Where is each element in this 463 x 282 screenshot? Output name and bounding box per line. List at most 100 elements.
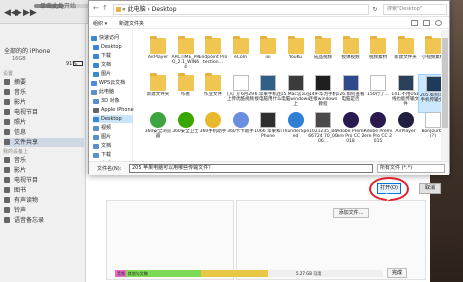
sidebar-item-settings-0[interactable]: 摘要: [4, 78, 84, 87]
file-item[interactable]: ARCTIME_PRO_2.1_WIN64: [171, 36, 201, 76]
sidebar-item-device-6[interactable]: 语音备忘录: [4, 216, 84, 225]
file-item[interactable]: 授课视频: [336, 36, 366, 76]
file-item[interactable]: 360卡卡助手: [226, 111, 256, 150]
file-item[interactable]: eCom: [226, 36, 256, 76]
device-name[interactable]: 全部的的 iPhone: [4, 46, 50, 55]
file-item[interactable]: 新建文件夹: [143, 73, 173, 113]
device-capacity: 16GB: [12, 56, 26, 62]
capacity-bar: 音频 其他与文稿: [115, 270, 383, 277]
sidebar-item-icon: [4, 177, 10, 183]
file-item-label: 新建文件夹: [394, 55, 417, 60]
file-item[interactable]: 成品视频: [308, 36, 338, 76]
file-item[interactable]: 360安全卫士: [171, 111, 201, 150]
sidebar-item-settings-2[interactable]: 影片: [4, 98, 84, 107]
file-item-label: 360安全卫士: [172, 129, 199, 134]
file-item[interactable]: 150行了...: [363, 74, 393, 113]
sidebar-item-settings-5[interactable]: 信息: [4, 128, 84, 137]
tree-item[interactable]: 3D 对象: [93, 97, 133, 105]
next-icon[interactable]: ▶▶: [23, 8, 37, 18]
file-item[interactable]: 141.不用USB线也能传输文件: [391, 74, 421, 113]
dialog-navbar: ← ↑ « 此电脑 › Desktop ↻ 搜索"Desktop": [89, 1, 449, 17]
sidebar-item-label: 影片: [14, 167, 27, 174]
filetype-select[interactable]: 所有文件 (*.*): [377, 164, 445, 173]
file-item[interactable]: 126.如何查看电脑是否: [336, 74, 366, 113]
sidebar-item-device-0[interactable]: 音乐: [4, 156, 84, 165]
done-button[interactable]: 完成: [387, 268, 407, 278]
file-item[interactable]: Adobe Premiere Pro CC 2015: [363, 111, 393, 150]
tree-item[interactable]: 视频: [93, 124, 133, 132]
file-item[interactable]: 360安全浏览器: [143, 111, 173, 150]
tree-item[interactable]: 图片: [93, 133, 133, 141]
sidebar-item-device-2[interactable]: 电视节目: [4, 176, 84, 185]
tree-item[interactable]: 快速访问: [91, 34, 131, 42]
back-icon[interactable]: ←: [93, 4, 99, 12]
tree-item[interactable]: 图片: [93, 70, 133, 78]
sidebar-item-settings-1[interactable]: 音乐: [4, 88, 84, 97]
file-item[interactable]: 360手机助手: [198, 111, 228, 150]
dialog-toolbar: 组织 ▾ 新建文件夹: [89, 18, 449, 29]
file-item[interactable]: 1021235_8466724 70_0006...: [308, 111, 338, 150]
play-icon[interactable]: ▶: [15, 8, 22, 18]
sidebar-item-label: 电视节目: [14, 109, 39, 116]
new-folder-button[interactable]: 新建文件夹: [119, 20, 144, 27]
tree-item-icon: [93, 99, 99, 104]
sidebar-item-device-5[interactable]: 铃声: [4, 206, 84, 215]
help-icon[interactable]: [435, 20, 442, 26]
file-item[interactable]: AirPlayer: [391, 111, 421, 150]
file-item[interactable]: 作者: [171, 73, 201, 113]
sidebar-item-label: 影片: [14, 99, 27, 106]
sidebar-item-label: 铃声: [14, 207, 27, 214]
sidebar-item-device-1[interactable]: 影片: [4, 166, 84, 175]
file-item[interactable]: ioi: [253, 36, 283, 76]
tree-item[interactable]: 文档: [93, 142, 133, 150]
refresh-icon[interactable]: ↻: [370, 4, 380, 15]
sidebar-item-label: 电视节目: [14, 177, 39, 184]
sidebar-item-settings-6[interactable]: 文件共享: [4, 138, 84, 147]
file-item[interactable]: AirPlayer: [143, 36, 173, 76]
folder-icon: [397, 36, 414, 54]
up-icon[interactable]: ↑: [102, 4, 108, 12]
file-item[interactable]: YouKu: [281, 36, 311, 76]
file-item[interactable]: 6.苹果手机连接电脑用什么: [253, 74, 283, 113]
file-item-label: 360手机助手: [199, 129, 227, 134]
tree-item[interactable]: 文档: [93, 61, 133, 69]
file-item[interactable]: ThunderSpeed: [281, 111, 311, 150]
tree-item[interactable]: WPS云文档: [91, 79, 131, 87]
sidebar-item-settings-4[interactable]: 照片: [4, 118, 84, 127]
file-item[interactable]: 149-华为手机连接windows教程: [308, 74, 338, 113]
sidebar-item-settings-3[interactable]: 电视节目: [4, 108, 84, 117]
tree-item[interactable]: Apple iPhone: [93, 106, 134, 114]
file-item[interactable]: 作业文件: [198, 73, 228, 113]
sidebar-item-device-3[interactable]: 图书: [4, 186, 84, 195]
vertical-scrollbar[interactable]: [441, 30, 449, 170]
filename-input[interactable]: 205 苹果电脑可以用哪些传输文件？: [129, 164, 373, 173]
tree-item-label: 此电脑: [99, 89, 115, 95]
file-item[interactable]: 新建文件夹: [391, 36, 421, 76]
sidebar-item-label: 文件共享: [14, 139, 39, 146]
file-item[interactable]: Endpoint Protection...: [198, 36, 228, 76]
tree-item[interactable]: 下载: [93, 151, 133, 159]
cancel-button[interactable]: 取消: [419, 183, 441, 194]
tree-item[interactable]: 此电脑: [91, 88, 131, 96]
file-item-label: 141.不用USB线也能传输文件: [391, 92, 420, 107]
file-item[interactable]: 视频素材: [363, 36, 393, 76]
file-item[interactable]: Adobe Premiere Pro CC 2018: [336, 111, 366, 150]
organize-menu[interactable]: 组织 ▾: [93, 20, 107, 27]
capacity-segment: 其他与文稿: [125, 270, 201, 277]
file-item-label: ioi: [265, 55, 271, 60]
add-file-button[interactable]: 添加文件...: [333, 208, 369, 218]
file-item[interactable]: [入门] 6月29上传优酷视频: [226, 74, 256, 113]
file-icon: [397, 75, 414, 91]
file-item-label: 作者: [181, 92, 190, 97]
preview-pane-icon[interactable]: [423, 20, 430, 26]
file-item[interactable]: 1066 苹果和iPhone: [253, 111, 283, 150]
tree-item[interactable]: Desktop: [93, 115, 133, 123]
sidebar-item-device-4[interactable]: 有声读物: [4, 196, 84, 205]
file-item[interactable]: 15.Mac怎么在电脑windows上: [281, 74, 311, 113]
scrollbar-thumb[interactable]: [442, 38, 448, 128]
view-options-icon[interactable]: [411, 20, 418, 26]
tree-item[interactable]: 下载: [93, 52, 133, 60]
search-input[interactable]: 搜索"Desktop": [383, 4, 447, 15]
tree-item[interactable]: Desktop: [93, 43, 133, 51]
address-bar[interactable]: « 此电脑 › Desktop: [113, 4, 369, 15]
